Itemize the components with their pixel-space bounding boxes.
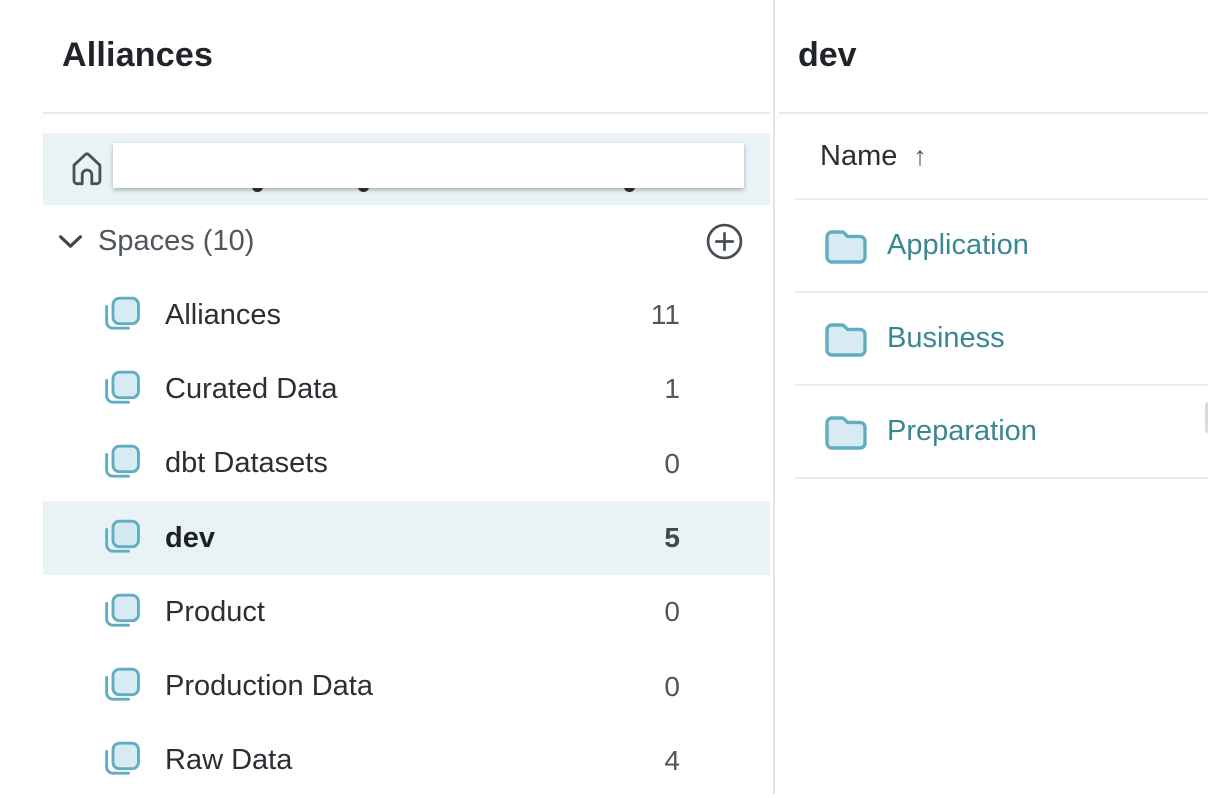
space-count: 1 <box>630 373 680 405</box>
space-row-production-data[interactable]: Production Data 0 <box>43 649 770 723</box>
name-column-header[interactable]: Name ↑ <box>795 114 1208 200</box>
space-icon <box>103 667 143 706</box>
space-count: 0 <box>630 671 680 703</box>
space-label: Production Data <box>165 670 373 703</box>
space-row-raw-data[interactable]: Raw Data 4 <box>43 724 770 798</box>
space-icon <box>103 296 143 335</box>
space-label: dbt Datasets <box>165 447 328 480</box>
space-count: 0 <box>630 596 680 628</box>
spaces-section-header[interactable]: Spaces (10) <box>43 205 770 278</box>
folder-row-preparation[interactable]: Preparation <box>795 386 1208 479</box>
redaction-overlay <box>113 143 744 188</box>
space-row-product[interactable]: Product 0 <box>43 575 770 649</box>
space-icon <box>103 370 143 409</box>
sidebar: Alliances Spaces (10) Alliances 1 <box>0 0 773 794</box>
space-count: 0 <box>630 448 680 480</box>
name-header-label: Name <box>820 140 897 173</box>
space-label: dev <box>165 522 215 555</box>
space-icon <box>103 444 143 483</box>
add-space-button[interactable] <box>705 223 743 261</box>
folder-name-link[interactable]: Application <box>887 229 1029 262</box>
folder-row-business[interactable]: Business <box>795 293 1208 386</box>
plus-circle-icon <box>706 223 743 260</box>
space-row-dev[interactable]: dev 5 <box>43 501 770 575</box>
sidebar-title: Alliances <box>62 36 213 75</box>
content-panel: dev Name ↑ Application Business Preparat… <box>775 0 1208 794</box>
space-label: Raw Data <box>165 744 292 777</box>
space-row-curated-data[interactable]: Curated Data 1 <box>43 352 770 426</box>
folder-name-link[interactable]: Business <box>887 322 1005 355</box>
space-count: 4 <box>630 745 680 777</box>
space-label: Product <box>165 596 265 629</box>
content-title: dev <box>798 36 857 75</box>
space-row-alliances[interactable]: Alliances 11 <box>43 278 770 352</box>
space-row-dbt-datasets[interactable]: dbt Datasets 0 <box>43 427 770 501</box>
space-label: Alliances <box>165 299 281 332</box>
space-icon <box>103 593 143 632</box>
spaces-label: Spaces (10) <box>98 225 254 258</box>
folder-name-link[interactable]: Preparation <box>887 415 1037 448</box>
home-icon <box>67 149 107 189</box>
space-label: Curated Data <box>165 373 338 406</box>
space-icon <box>103 741 143 780</box>
space-list: Alliances 11 Curated Data 1 dbt Datasets… <box>43 278 770 798</box>
folder-rows: Application Business Preparation <box>795 200 1208 479</box>
sidebar-divider <box>43 112 770 114</box>
space-count: 11 <box>630 299 680 331</box>
space-count: 5 <box>630 522 680 554</box>
folder-icon <box>823 412 869 452</box>
space-icon <box>103 519 143 558</box>
chevron-down-icon[interactable] <box>58 234 83 249</box>
folder-icon <box>823 226 869 266</box>
folder-row-application[interactable]: Application <box>795 200 1208 293</box>
folder-icon <box>823 319 869 359</box>
sort-ascending-icon: ↑ <box>913 141 927 172</box>
